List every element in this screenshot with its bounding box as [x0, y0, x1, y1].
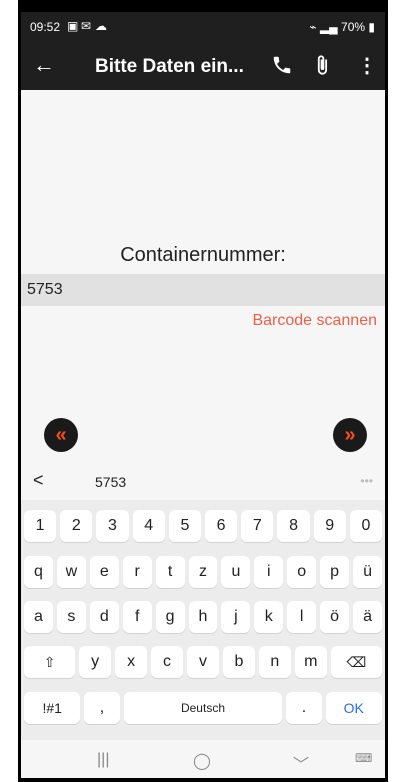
phone-screen: 09:52 ▣ ✉ ☁ ⌁ ▂▄ 70% ▮ ← Bitte Daten ein…: [21, 12, 385, 778]
key-a[interactable]: a: [24, 601, 53, 633]
key-6[interactable]: 6: [205, 510, 238, 542]
key-e[interactable]: e: [89, 556, 119, 588]
app-bar: ← Bitte Daten ein... ⋮: [21, 42, 385, 90]
key-z[interactable]: z: [188, 556, 218, 588]
key-y[interactable]: y: [79, 646, 112, 678]
key-n[interactable]: n: [258, 646, 291, 678]
keyboard-icon[interactable]: ⌨: [355, 751, 372, 765]
backspace-icon: ⌫: [346, 653, 367, 670]
key-i[interactable]: i: [254, 556, 284, 588]
image-icon: ▣: [67, 19, 79, 33]
key-s[interactable]: s: [56, 601, 86, 633]
key-0[interactable]: 0: [349, 510, 383, 542]
shift-key[interactable]: ⇧: [24, 646, 76, 678]
system-nav-bar: ||| ◯ ﹀ ⌨: [21, 744, 385, 778]
page-title: Bitte Daten ein...: [95, 56, 244, 77]
symbols-key[interactable]: !#1: [24, 692, 81, 724]
chevron-left-icon[interactable]: <: [33, 470, 44, 491]
container-number-label: Containernummer:: [120, 244, 286, 266]
key-7[interactable]: 7: [241, 510, 274, 542]
key-v[interactable]: v: [187, 646, 219, 678]
keyboard-suggestion-bar: < 5753 •••: [21, 464, 385, 500]
key-g[interactable]: g: [155, 601, 185, 633]
keyboard-row-4: ⇧ y x c v b n m ⌫: [24, 646, 382, 678]
signal-icon: ▂▄: [319, 20, 338, 34]
keyboard-row-numbers: 1 2 3 4 5 6 7 8 9 0: [24, 510, 383, 542]
key-ue[interactable]: ü: [353, 556, 382, 588]
mail-icon: ✉: [81, 19, 92, 33]
status-right: ⌁ ▂▄ 70% ▮: [309, 20, 375, 34]
keyboard-row-5: !#1 , Deutsch . OK: [24, 692, 382, 724]
status-time: 09:52: [30, 20, 61, 34]
comma-key[interactable]: ,: [84, 692, 120, 724]
key-2[interactable]: 2: [60, 510, 93, 542]
key-5[interactable]: 5: [168, 510, 202, 542]
home-icon[interactable]: ◯: [193, 751, 211, 771]
back-icon[interactable]: ﹀: [293, 751, 309, 775]
key-l[interactable]: l: [287, 601, 317, 633]
cloud-icon: ☁: [95, 19, 107, 33]
key-3[interactable]: 3: [96, 510, 129, 542]
key-r[interactable]: r: [122, 556, 152, 588]
key-1[interactable]: 1: [24, 510, 57, 542]
previous-button[interactable]: «: [44, 418, 78, 452]
form-area: Containernummer: 5753 Barcode scannen « …: [21, 90, 385, 480]
double-chevron-right-icon: »: [344, 423, 356, 446]
recent-apps-icon[interactable]: |||: [97, 751, 109, 769]
key-d[interactable]: d: [89, 601, 119, 633]
key-k[interactable]: k: [254, 601, 284, 633]
wifi-icon: ⌁: [309, 20, 317, 34]
more-horizontal-icon[interactable]: •••: [360, 474, 373, 488]
barcode-scan-link[interactable]: Barcode scannen: [252, 312, 377, 330]
key-p[interactable]: p: [320, 556, 350, 588]
key-h[interactable]: h: [188, 601, 218, 633]
key-b[interactable]: b: [222, 646, 255, 678]
key-t[interactable]: t: [155, 556, 185, 588]
more-vertical-icon[interactable]: ⋮: [357, 56, 377, 76]
key-ae[interactable]: ä: [353, 601, 382, 633]
key-oe[interactable]: ö: [320, 601, 350, 633]
key-c[interactable]: c: [151, 646, 183, 678]
key-o[interactable]: o: [287, 556, 317, 588]
keyboard-row-2: q w e r t z u i o p ü: [24, 556, 382, 588]
paperclip-icon[interactable]: [311, 52, 333, 78]
key-4[interactable]: 4: [132, 510, 165, 542]
keyboard-row-3: a s d f g h j k l ö ä: [24, 601, 382, 633]
status-bar: 09:52 ▣ ✉ ☁ ⌁ ▂▄ 70% ▮: [21, 12, 385, 42]
space-key[interactable]: Deutsch: [123, 692, 283, 724]
key-x[interactable]: x: [115, 646, 148, 678]
backspace-key[interactable]: ⌫: [330, 646, 382, 678]
battery-icon: ▮: [368, 20, 375, 34]
back-arrow-icon[interactable]: ←: [33, 54, 55, 76]
double-chevron-left-icon: «: [55, 423, 67, 446]
key-q[interactable]: q: [24, 556, 53, 588]
dot-key[interactable]: .: [286, 692, 322, 724]
on-screen-keyboard: 1 2 3 4 5 6 7 8 9 0 q w e r t z u i o p …: [21, 500, 385, 740]
key-8[interactable]: 8: [277, 510, 310, 542]
next-button[interactable]: »: [333, 418, 367, 452]
key-f[interactable]: f: [122, 601, 152, 633]
ok-key[interactable]: OK: [325, 692, 382, 724]
key-u[interactable]: u: [221, 556, 251, 588]
key-m[interactable]: m: [294, 646, 327, 678]
phone-icon[interactable]: [271, 54, 293, 76]
key-w[interactable]: w: [56, 556, 86, 588]
shift-icon: ⇧: [43, 653, 56, 670]
battery-level: 70%: [341, 20, 366, 34]
key-j[interactable]: j: [221, 601, 251, 633]
key-9[interactable]: 9: [313, 510, 346, 542]
suggestion-word[interactable]: 5753: [95, 474, 126, 490]
container-number-input[interactable]: 5753: [21, 274, 385, 306]
